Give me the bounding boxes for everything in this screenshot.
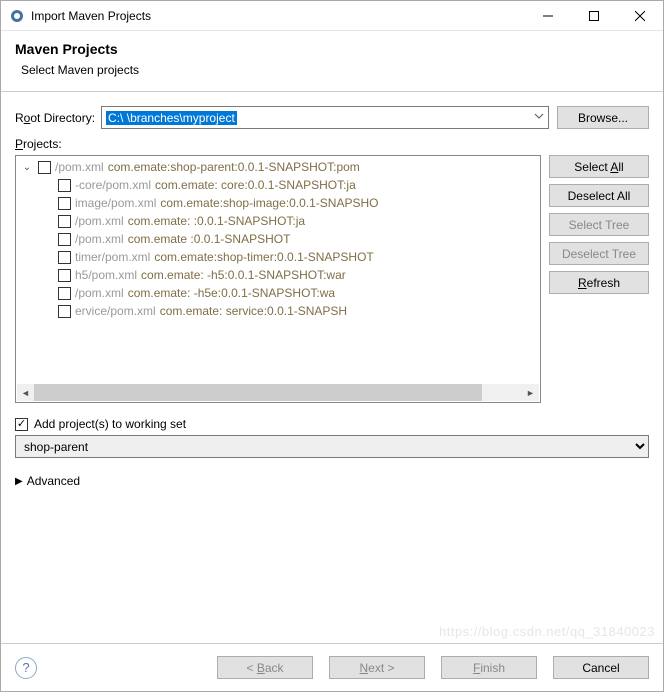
project-row[interactable]: ervice/pom.xml com.emate: service:0.0.1-… [20, 302, 540, 320]
projects-label: Projects: [15, 137, 649, 151]
project-pom-path: /pom.xml [75, 286, 124, 300]
project-checkbox[interactable] [58, 179, 71, 192]
triangle-right-icon: ▶ [15, 476, 23, 487]
project-row[interactable]: /pom.xml com.emate :0.0.1-SNAPSHOT [20, 230, 540, 248]
project-pom-path: image/pom.xml [75, 196, 156, 210]
minimize-button[interactable] [525, 1, 571, 31]
browse-button[interactable]: Browse... [557, 106, 649, 129]
project-checkbox[interactable] [38, 161, 51, 174]
project-coordinates: com.emate: :0.0.1-SNAPSHOT:ja [128, 214, 305, 228]
chevron-down-icon [534, 110, 544, 124]
app-icon [9, 8, 25, 24]
next-button[interactable]: Next > [329, 656, 425, 679]
project-pom-path: timer/pom.xml [75, 250, 150, 264]
project-checkbox[interactable] [58, 305, 71, 318]
horizontal-scrollbar[interactable]: ◄ ► [17, 384, 539, 401]
banner-subtitle: Select Maven projects [21, 63, 649, 77]
project-checkbox[interactable] [58, 197, 71, 210]
project-row[interactable]: image/pom.xml com.emate:shop-image:0.0.1… [20, 194, 540, 212]
project-row[interactable]: h5/pom.xml com.emate: -h5:0.0.1-SNAPSHOT… [20, 266, 540, 284]
project-coordinates: com.emate: service:0.0.1-SNAPSH [160, 304, 347, 318]
select-all-button[interactable]: Select All [549, 155, 649, 178]
deselect-all-button[interactable]: Deselect All [549, 184, 649, 207]
maximize-button[interactable] [571, 1, 617, 31]
banner-heading: Maven Projects [15, 41, 649, 57]
working-set-checkbox[interactable] [15, 418, 28, 431]
project-row[interactable]: -core/pom.xml com.emate: core:0.0.1-SNAP… [20, 176, 540, 194]
wizard-banner: Maven Projects Select Maven projects [1, 31, 663, 92]
project-pom-path: /pom.xml [75, 232, 124, 246]
refresh-button[interactable]: Refresh [549, 271, 649, 294]
project-coordinates: com.emate:shop-image:0.0.1-SNAPSHO [160, 196, 378, 210]
project-row[interactable]: timer/pom.xml com.emate:shop-timer:0.0.1… [20, 248, 540, 266]
scroll-left-icon[interactable]: ◄ [17, 384, 34, 401]
scrollbar-thumb[interactable] [34, 384, 482, 401]
project-checkbox[interactable] [58, 287, 71, 300]
project-coordinates: com.emate:shop-parent:0.0.1-SNAPSHOT:pom [108, 160, 360, 174]
projects-tree[interactable]: ⌄ /pom.xml com.emate:shop-parent:0.0.1-S… [15, 155, 541, 403]
root-directory-input[interactable]: C:\ \branches\myproject [101, 106, 549, 129]
project-pom-path: -core/pom.xml [75, 178, 151, 192]
project-checkbox[interactable] [58, 269, 71, 282]
project-pom-path: ervice/pom.xml [75, 304, 156, 318]
scroll-right-icon[interactable]: ► [522, 384, 539, 401]
working-set-label: Add project(s) to working set [34, 417, 186, 431]
project-coordinates: com.emate: core:0.0.1-SNAPSHOT:ja [155, 178, 356, 192]
root-directory-label: Root Directory: [15, 111, 95, 125]
watermark: https://blog.csdn.net/qq_31840023 [439, 624, 655, 639]
advanced-toggle[interactable]: ▶ Advanced [15, 474, 649, 488]
titlebar: Import Maven Projects [1, 1, 663, 31]
project-row[interactable]: ⌄ /pom.xml com.emate:shop-parent:0.0.1-S… [20, 158, 540, 176]
working-set-select[interactable]: shop-parent [15, 435, 649, 458]
project-checkbox[interactable] [58, 233, 71, 246]
project-checkbox[interactable] [58, 215, 71, 228]
finish-button[interactable]: Finish [441, 656, 537, 679]
window-title: Import Maven Projects [31, 9, 525, 23]
project-row[interactable]: /pom.xml com.emate: -h5e:0.0.1-SNAPSHOT:… [20, 284, 540, 302]
deselect-tree-button[interactable]: Deselect Tree [549, 242, 649, 265]
project-coordinates: com.emate :0.0.1-SNAPSHOT [128, 232, 291, 246]
project-coordinates: com.emate:shop-timer:0.0.1-SNAPSHOT [154, 250, 373, 264]
twisty-icon[interactable]: ⌄ [20, 162, 34, 173]
project-row[interactable]: /pom.xml com.emate: :0.0.1-SNAPSHOT:ja [20, 212, 540, 230]
cancel-button[interactable]: Cancel [553, 656, 649, 679]
project-pom-path: /pom.xml [55, 160, 104, 174]
project-coordinates: com.emate: -h5:0.0.1-SNAPSHOT:war [141, 268, 346, 282]
project-coordinates: com.emate: -h5e:0.0.1-SNAPSHOT:wa [128, 286, 335, 300]
project-checkbox[interactable] [58, 251, 71, 264]
close-button[interactable] [617, 1, 663, 31]
working-set-row: Add project(s) to working set [15, 417, 649, 431]
select-tree-button[interactable]: Select Tree [549, 213, 649, 236]
tree-side-buttons: Select All Deselect All Select Tree Dese… [549, 155, 649, 403]
back-button[interactable]: < Back [217, 656, 313, 679]
project-pom-path: h5/pom.xml [75, 268, 137, 282]
help-icon[interactable]: ? [15, 657, 37, 679]
project-pom-path: /pom.xml [75, 214, 124, 228]
wizard-footer: ? < Back Next > Finish Cancel [1, 643, 663, 691]
